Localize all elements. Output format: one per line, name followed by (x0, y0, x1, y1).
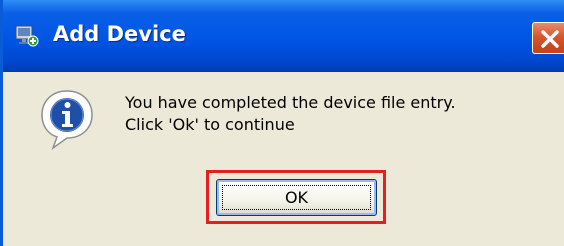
ok-button[interactable]: OK (216, 179, 377, 216)
message-line-1: You have completed the device file entry… (125, 93, 456, 112)
add-device-dialog: Add Device You have completed the device… (0, 0, 564, 246)
ok-button-label: OK (284, 188, 309, 207)
info-icon (39, 88, 95, 152)
title-bar[interactable]: Add Device (3, 0, 564, 72)
device-app-icon (13, 22, 41, 50)
message-text: You have completed the device file entry… (125, 92, 456, 136)
window-title: Add Device (53, 22, 186, 46)
close-button[interactable] (532, 22, 564, 54)
message-line-2: Click 'Ok' to continue (125, 115, 295, 134)
